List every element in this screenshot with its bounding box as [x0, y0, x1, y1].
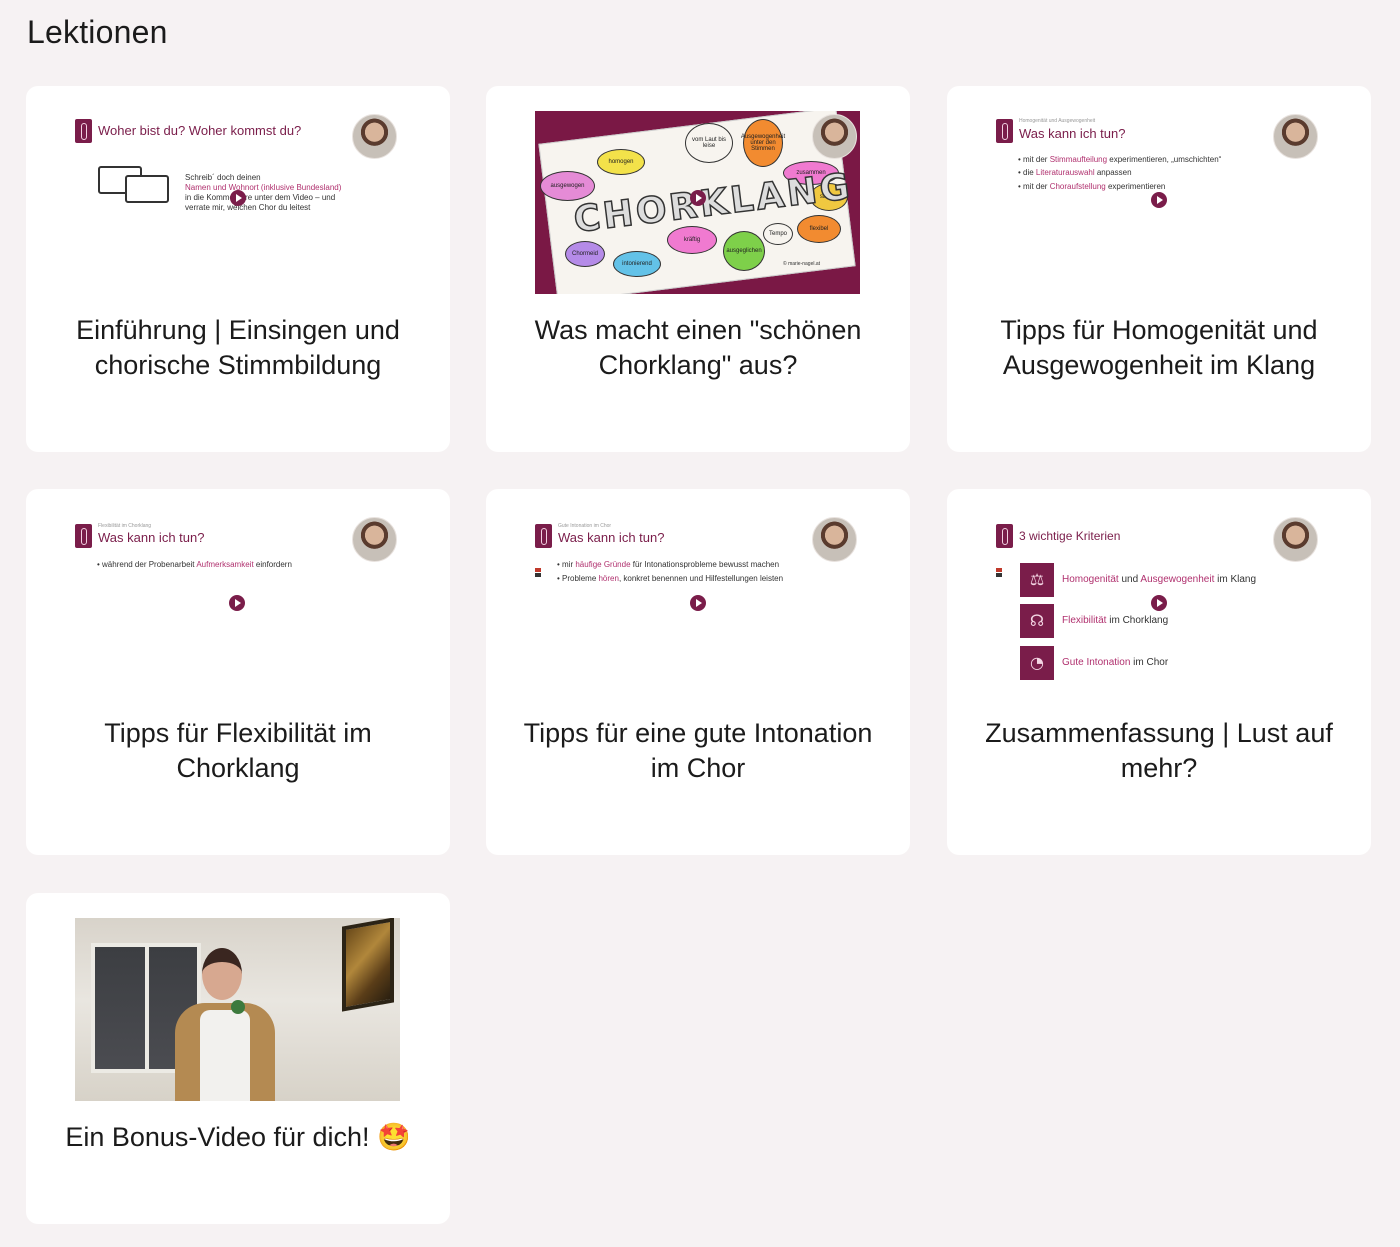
lesson-title[interactable]: Tipps für eine gute Intonation im Chor [506, 716, 890, 786]
slide-title: 3 wichtige Kriterien [1019, 529, 1121, 543]
presenter-image [170, 948, 280, 1101]
play-icon[interactable] [690, 595, 706, 611]
lesson-thumbnail[interactable]: Flexibilität im Chorklang Was kann ich t… [75, 514, 400, 697]
lesson-card-flexibilitaet[interactable]: Flexibilität im Chorklang Was kann ich t… [26, 489, 450, 855]
lesson-thumbnail[interactable]: Homogenität und Ausgewogenheit Was kann … [996, 111, 1321, 294]
play-icon[interactable] [1151, 595, 1167, 611]
play-icon[interactable] [229, 595, 245, 611]
criterion-row: ☊ Flexibilität im Chorklang [1020, 604, 1310, 638]
slide-bullet: • die Literaturauswahl anpassen [1018, 168, 1132, 177]
ear-icon: ◔ [1020, 646, 1054, 680]
lesson-title[interactable]: Was macht einen "schönen Chorklang" aus? [506, 313, 890, 383]
slide-text: Schreib´ doch deinen Namen und Wohnort (… [185, 173, 342, 212]
lesson-title[interactable]: Tipps für Flexibilität im Chorklang [46, 716, 430, 786]
lesson-card-homogenitaet[interactable]: Homogenität und Ausgewogenheit Was kann … [947, 86, 1371, 452]
lesson-thumbnail[interactable]: Gute Intonation im Chor Was kann ich tun… [535, 514, 860, 697]
lesson-title[interactable]: Zusammenfassung | Lust auf mehr? [965, 716, 1353, 786]
logo-icon [996, 119, 1013, 143]
marker-icon [996, 568, 1002, 582]
slide-kicker: Homogenität und Ausgewogenheit [1019, 118, 1096, 124]
lesson-title[interactable]: Ein Bonus-Video für dich! 🤩 [46, 1120, 430, 1155]
copyright-text: © marie-nagel.at [783, 261, 821, 267]
head-icon: ☊ [1020, 604, 1054, 638]
presenter-avatar [1273, 517, 1318, 562]
presenter-avatar [352, 114, 397, 159]
slide-bullet: • Probleme hören, konkret benennen und H… [557, 574, 784, 583]
logo-icon [996, 524, 1013, 548]
lesson-thumbnail[interactable] [75, 918, 400, 1101]
word-cloud: kräftig [667, 226, 717, 254]
logo-icon [75, 119, 92, 143]
lesson-thumbnail[interactable]: 3 wichtige Kriterien ⚖ Homogenität und A… [996, 514, 1321, 697]
lesson-card-intro[interactable]: Woher bist du? Woher kommst du? Schreib´… [26, 86, 450, 452]
logo-icon [75, 524, 92, 548]
criterion-label: Gute Intonation im Chor [1062, 657, 1169, 668]
lesson-card-zusammenfassung[interactable]: 3 wichtige Kriterien ⚖ Homogenität und A… [947, 489, 1371, 855]
marker-icon [535, 568, 541, 582]
criterion-row: ⚖ Homogenität und Ausgewogenheit im Klan… [1020, 563, 1310, 597]
presenter-avatar [812, 114, 857, 159]
word-cloud: Ausgewogenheit unter den Stimmen [741, 119, 785, 167]
presenter-avatar [1273, 114, 1318, 159]
presenter-avatar [812, 517, 857, 562]
slide-bullet: • mir häufige Gründe für Intonationsprob… [557, 560, 780, 569]
criterion-label: Flexibilität im Chorklang [1062, 615, 1169, 626]
lesson-thumbnail[interactable]: ausgewogen homogen vom Laut bis leise Au… [535, 111, 860, 294]
play-icon[interactable] [1151, 192, 1167, 208]
lesson-card-chorklang[interactable]: ausgewogen homogen vom Laut bis leise Au… [486, 86, 910, 452]
criterion-label: Homogenität und Ausgewogenheit im Klang [1062, 574, 1257, 585]
play-icon[interactable] [230, 190, 246, 206]
word-cloud: intonierend [613, 251, 661, 277]
slide-kicker: Flexibilität im Chorklang [98, 523, 152, 529]
lesson-card-intonation[interactable]: Gute Intonation im Chor Was kann ich tun… [486, 489, 910, 855]
slide-bullet: • mit der Stimmaufteilung experimentiere… [1018, 155, 1222, 164]
speech-bubble-icon [125, 175, 169, 203]
presenter-avatar [352, 517, 397, 562]
slide-title: Was kann ich tun? [98, 530, 205, 545]
word-cloud: homogen [597, 149, 645, 175]
slide-title: Was kann ich tun? [1019, 126, 1126, 141]
slide-bullet: • während der Probenarbeit Aufmerksamkei… [97, 560, 292, 569]
word-cloud: flexibel [797, 215, 841, 243]
slide-title: Woher bist du? Woher kommst du? [98, 123, 302, 138]
scale-icon: ⚖ [1020, 563, 1054, 597]
slide-title: Was kann ich tun? [558, 530, 665, 545]
slide-kicker: Gute Intonation im Chor [558, 523, 612, 529]
slide-bullet: • mit der Choraufstellung experimentiere… [1018, 182, 1166, 191]
lesson-title[interactable]: Tipps für Homogenität und Ausgewogenheit… [967, 313, 1351, 383]
logo-icon [535, 524, 552, 548]
play-icon[interactable] [231, 1000, 245, 1014]
play-icon[interactable] [690, 190, 706, 206]
word-cloud: ausgeglichen [723, 231, 765, 271]
criterion-row: ◔ Gute Intonation im Chor [1020, 646, 1310, 680]
word-cloud: Tempo [763, 223, 793, 245]
page-title: Lektionen [27, 14, 168, 50]
word-cloud: ausgewogen [540, 171, 595, 201]
word-cloud: Chormeid [565, 241, 605, 267]
painting-image [342, 918, 394, 1012]
lesson-title[interactable]: Einführung | Einsingen und chorische Sti… [46, 313, 430, 383]
lesson-thumbnail[interactable]: Woher bist du? Woher kommst du? Schreib´… [75, 111, 400, 294]
lesson-card-bonus[interactable]: Ein Bonus-Video für dich! 🤩 [26, 893, 450, 1224]
word-cloud: vom Laut bis leise [685, 123, 733, 163]
